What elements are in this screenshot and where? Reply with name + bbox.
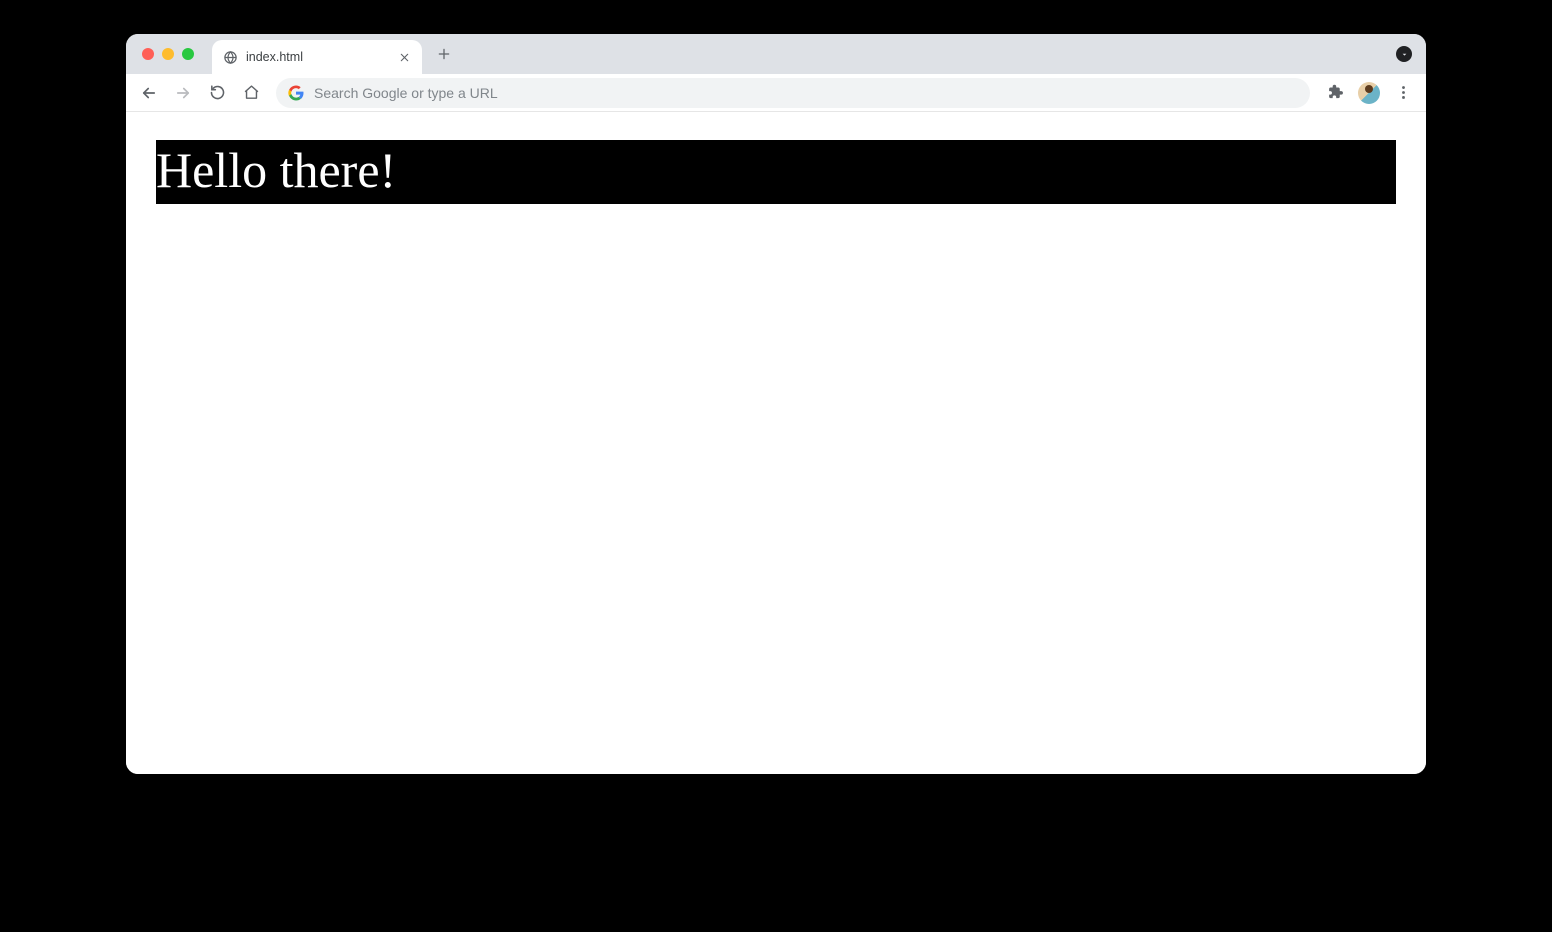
tab-search-button[interactable] <box>1396 46 1412 62</box>
extensions-button[interactable] <box>1320 78 1350 108</box>
globe-icon <box>222 49 238 65</box>
window-maximize-button[interactable] <box>182 48 194 60</box>
window-controls <box>142 48 194 60</box>
address-bar[interactable]: Search Google or type a URL <box>276 78 1310 108</box>
google-icon <box>288 85 304 101</box>
window-close-button[interactable] <box>142 48 154 60</box>
tab-close-button[interactable] <box>396 49 412 65</box>
forward-button[interactable] <box>168 78 198 108</box>
tab-title: index.html <box>246 50 388 64</box>
profile-button[interactable] <box>1354 78 1384 108</box>
address-bar-placeholder: Search Google or type a URL <box>314 85 498 101</box>
toolbar: Search Google or type a URL <box>126 74 1426 112</box>
tab-active[interactable]: index.html <box>212 40 422 74</box>
new-tab-button[interactable] <box>430 40 458 68</box>
back-button[interactable] <box>134 78 164 108</box>
window-minimize-button[interactable] <box>162 48 174 60</box>
chrome-menu-button[interactable] <box>1388 78 1418 108</box>
tab-strip: index.html <box>126 34 1426 74</box>
page-heading: Hello there! <box>156 140 1396 204</box>
home-button[interactable] <box>236 78 266 108</box>
browser-window: index.html <box>126 34 1426 774</box>
reload-button[interactable] <box>202 78 232 108</box>
tab-strip-right <box>1396 46 1416 62</box>
avatar-icon <box>1358 82 1380 104</box>
page-viewport: Hello there! <box>126 112 1426 774</box>
